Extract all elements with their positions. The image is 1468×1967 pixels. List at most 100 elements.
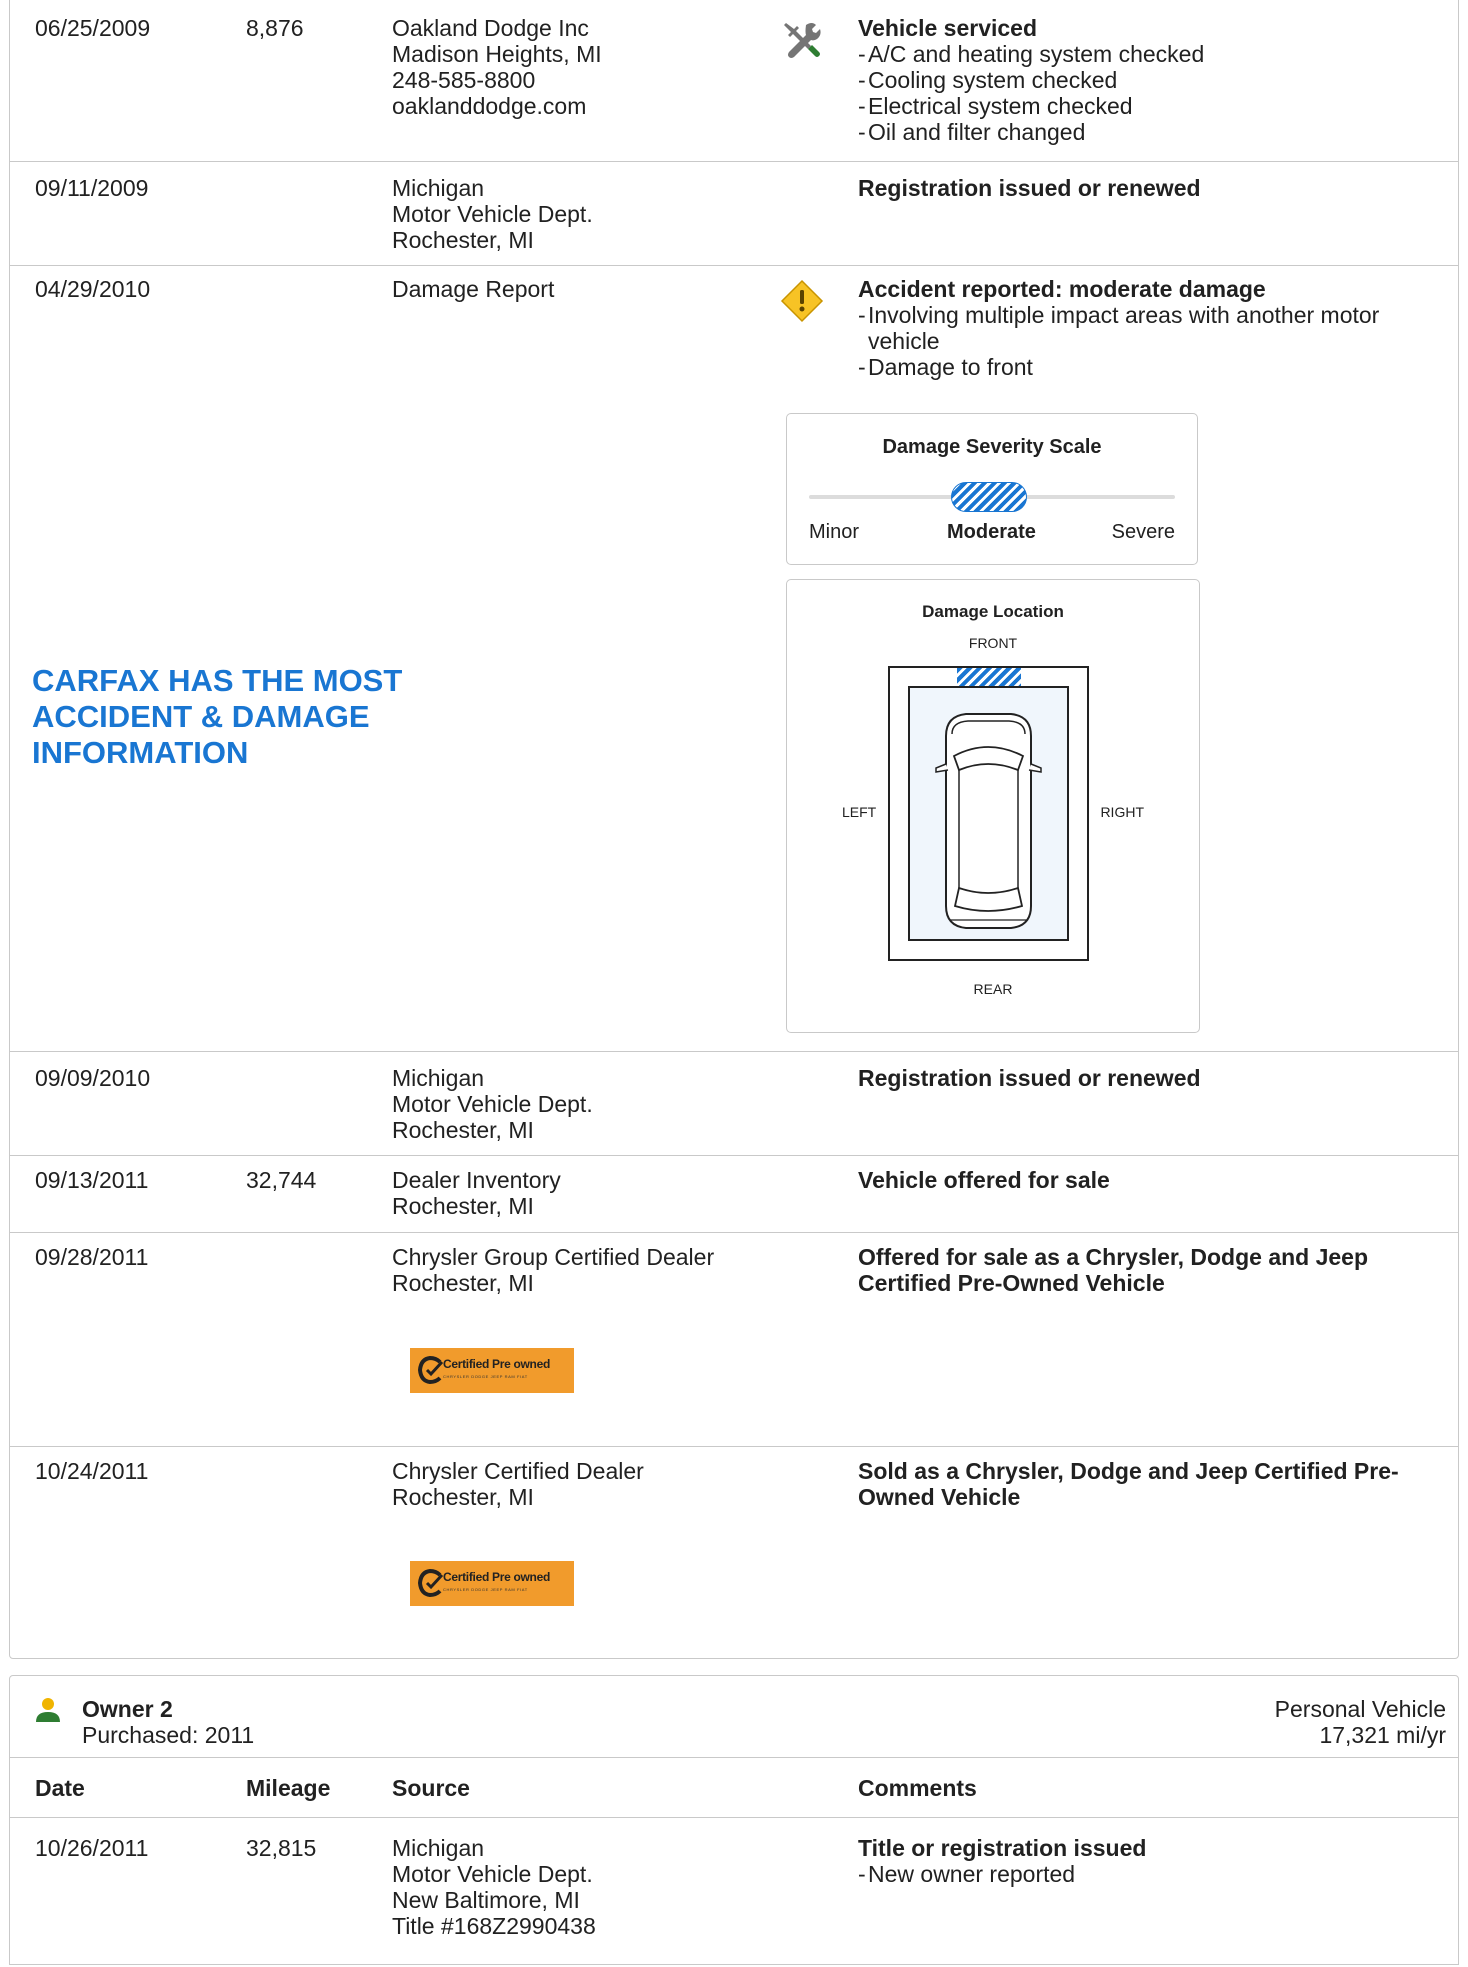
- row-source: Damage Report: [392, 276, 555, 302]
- source-link[interactable]: oaklanddodge.com: [392, 93, 602, 119]
- source-line: Rochester, MI: [392, 1117, 534, 1143]
- vehicle-history-page: 06/25/2009 8,876 Oakland Dodge Inc Madis…: [0, 0, 1468, 1965]
- certified-preowned-badge: Certified Pre owned CHRYSLER DODGE JEEP …: [410, 1348, 574, 1393]
- table-row: 10/24/2011 Chrysler Certified Dealer Roc…: [10, 1446, 1458, 1656]
- source-line: Madison Heights, MI: [392, 41, 602, 67]
- comment-item: Oil and filter changed: [858, 119, 1438, 145]
- owner-title: Owner 2: [82, 1696, 173, 1722]
- certified-preowned-badge: Certified Pre owned CHRYSLER DODGE JEEP …: [410, 1561, 574, 1606]
- badge-text: Certified Pre owned: [443, 1570, 550, 1584]
- column-header-date: Date: [35, 1775, 85, 1801]
- scale-selected-marker: [951, 482, 1027, 512]
- vehicle-area: [908, 686, 1069, 941]
- person-icon: [36, 1698, 60, 1722]
- table-row: 06/25/2009 8,876 Oakland Dodge Inc Madis…: [10, 0, 1458, 162]
- vehicle-frame: [888, 666, 1089, 961]
- source-line: Oakland Dodge Inc: [392, 15, 589, 41]
- scale-label-minor: Minor: [809, 521, 860, 543]
- comment-item: Damage to front: [858, 354, 1438, 380]
- source-line: Dealer Inventory: [392, 1167, 561, 1193]
- table-header: Date Mileage Source Comments: [10, 1757, 1458, 1818]
- source-line: Chrysler Group Certified Dealer: [392, 1244, 715, 1270]
- source-line: Michigan: [392, 175, 485, 201]
- row-source: Michigan Motor Vehicle Dept. Rochester, …: [392, 1065, 593, 1143]
- source-line: Michigan: [392, 1065, 485, 1091]
- column-header-comments: Comments: [858, 1775, 977, 1801]
- checkmark-logo-icon: [418, 1356, 444, 1384]
- comment-item: Cooling system checked: [858, 67, 1438, 93]
- row-date: 09/28/2011: [35, 1244, 149, 1270]
- comment-title: Accident reported: moderate damage: [858, 276, 1266, 302]
- checkmark-logo-icon: [418, 1569, 444, 1597]
- scale-label-severe: Severe: [1111, 521, 1175, 543]
- promo-text: CARFAX HAS THE MOST ACCIDENT & DAMAGE IN…: [32, 663, 403, 770]
- scale-title: Damage Severity Scale: [882, 436, 1102, 458]
- label-left: LEFT: [842, 804, 877, 820]
- comment-title: Offered for sale as a Chrysler, Dodge an…: [858, 1244, 1369, 1296]
- owner-miles-per-year: 17,321 mi/yr: [1319, 1722, 1446, 1748]
- badge-text: Certified Pre owned: [443, 1357, 550, 1371]
- owner-2-card: Owner 2 Purchased: 2011 Personal Vehicle…: [9, 1675, 1459, 1965]
- source-line: Rochester, MI: [392, 1193, 534, 1219]
- row-source: Chrysler Group Certified Dealer Rocheste…: [392, 1244, 714, 1296]
- row-comments: Vehicle serviced A/C and heating system …: [858, 15, 1438, 145]
- car-top-view-icon: [935, 713, 1042, 929]
- source-line: Rochester, MI: [392, 227, 534, 253]
- history-card-owner-1: 06/25/2009 8,876 Oakland Dodge Inc Madis…: [9, 0, 1459, 1659]
- source-line: 248-585-8800: [392, 67, 536, 93]
- comment-title: Registration issued or renewed: [858, 1065, 1201, 1091]
- table-row: 09/09/2010 Michigan Motor Vehicle Dept. …: [10, 1051, 1458, 1156]
- source-line: New Baltimore, MI: [392, 1887, 580, 1913]
- column-header-mileage: Mileage: [246, 1775, 331, 1801]
- row-comments: Accident reported: moderate damage Invol…: [858, 276, 1438, 380]
- comment-title: Registration issued or renewed: [858, 175, 1201, 201]
- owner-vehicle-type: Personal Vehicle: [1274, 1696, 1446, 1722]
- table-row: 09/28/2011 Chrysler Group Certified Deal…: [10, 1232, 1458, 1447]
- row-date: 04/29/2010: [35, 276, 151, 302]
- label-rear: REAR: [973, 981, 1013, 997]
- row-comments: Title or registration issued New owner r…: [858, 1835, 1438, 1887]
- source-line: Michigan: [392, 1835, 485, 1861]
- badge-subtext: CHRYSLER DODGE JEEP RAM FIAT: [443, 1374, 528, 1379]
- table-row: 04/29/2010 Damage Report Accident report…: [10, 265, 1458, 1052]
- row-date: 09/09/2010: [35, 1065, 151, 1091]
- source-line: Motor Vehicle Dept.: [392, 1861, 593, 1887]
- front-damage-area: [957, 668, 1021, 686]
- row-date: 09/13/2011: [35, 1167, 149, 1193]
- comment-title: Title or registration issued: [858, 1835, 1147, 1861]
- row-date: 06/25/2009: [35, 15, 151, 41]
- row-date: 10/24/2011: [35, 1458, 149, 1484]
- source-line: Rochester, MI: [392, 1270, 534, 1296]
- comment-title: Sold as a Chrysler, Dodge and Jeep Certi…: [858, 1458, 1399, 1510]
- source-line: Chrysler Certified Dealer: [392, 1458, 644, 1484]
- row-source: Oakland Dodge Inc Madison Heights, MI 24…: [392, 15, 602, 119]
- source-line: Title #168Z2990438: [392, 1913, 596, 1939]
- damage-location-diagram: Damage Location FRONT REAR LEFT RIGHT: [786, 579, 1200, 1033]
- row-source: Michigan Motor Vehicle Dept. New Baltimo…: [392, 1835, 596, 1939]
- warning-diamond-icon: [780, 279, 824, 328]
- badge-subtext: CHRYSLER DODGE JEEP RAM FIAT: [443, 1587, 528, 1592]
- scale-label-moderate: Moderate: [947, 521, 1036, 543]
- row-mileage: 32,815: [246, 1835, 317, 1861]
- row-source: Chrysler Certified Dealer Rochester, MI: [392, 1458, 644, 1510]
- comment-item: New owner reported: [858, 1861, 1438, 1887]
- location-title: Damage Location: [922, 602, 1064, 621]
- row-mileage: 32,744: [246, 1167, 317, 1193]
- comment-title: Vehicle offered for sale: [858, 1167, 1110, 1193]
- damage-severity-scale: Damage Severity Scale Minor Moderate Sev…: [786, 413, 1198, 565]
- comment-item: Involving multiple impact areas with ano…: [858, 302, 1438, 354]
- source-line: Motor Vehicle Dept.: [392, 201, 593, 227]
- row-date: 10/26/2011: [35, 1835, 149, 1861]
- comment-list: Involving multiple impact areas with ano…: [858, 302, 1438, 380]
- table-row: 09/13/2011 32,744 Dealer Inventory Roche…: [10, 1155, 1458, 1233]
- row-source: Michigan Motor Vehicle Dept. Rochester, …: [392, 175, 593, 253]
- table-row: 09/11/2009 Michigan Motor Vehicle Dept. …: [10, 161, 1458, 266]
- comment-title: Vehicle serviced: [858, 15, 1038, 41]
- comment-item: Electrical system checked: [858, 93, 1438, 119]
- table-row: 10/26/2011 32,815 Michigan Motor Vehicle…: [10, 1817, 1458, 1967]
- label-front: FRONT: [968, 635, 1018, 651]
- row-date: 09/11/2009: [35, 175, 149, 201]
- column-header-source: Source: [392, 1775, 470, 1801]
- comment-list: New owner reported: [858, 1861, 1438, 1887]
- comment-item: A/C and heating system checked: [858, 41, 1438, 67]
